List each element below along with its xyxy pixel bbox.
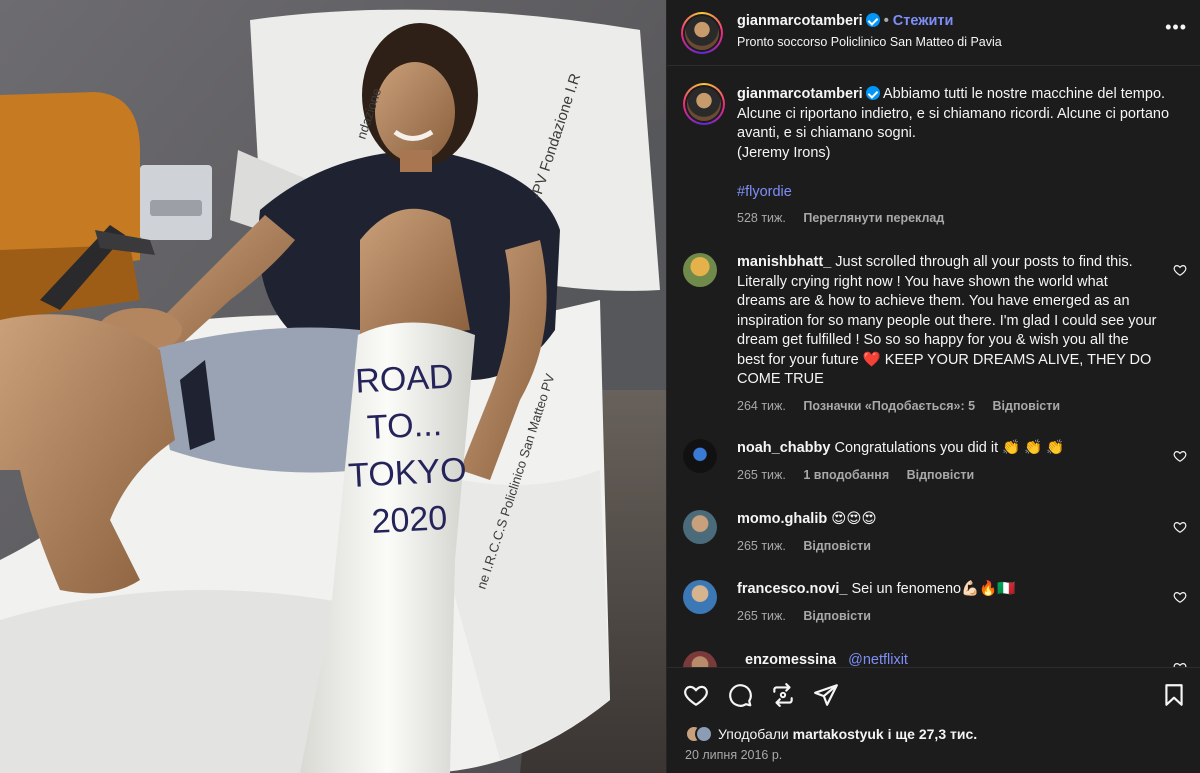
post-actions: Уподобали martakostyuk і ще 27,3 тис. 20… [667, 667, 1200, 773]
share-icon[interactable] [770, 682, 796, 708]
comment-time[interactable]: 265 тиж. [737, 539, 786, 553]
post-date[interactable]: 20 липня 2016 р. [685, 748, 782, 762]
commenter-username[interactable]: enzomessina [745, 652, 836, 667]
commenter-avatar[interactable] [683, 651, 717, 667]
comment-time[interactable]: 264 тиж. [737, 399, 786, 413]
location-link[interactable]: Pronto soccorso Policlinico San Matteo d… [737, 35, 1002, 49]
comment-meta: 264 тиж. Позначки «Подобається»: 5 Відпо… [737, 399, 1157, 413]
reply-button[interactable]: Відповісти [803, 539, 871, 553]
caption-text-block: gianmarcotamberi Abbiamo tutti le nostre… [737, 85, 1177, 202]
heart-icon[interactable] [683, 682, 709, 708]
comment-text: Congratulations you did it 👏 👏 👏 [834, 440, 1065, 456]
likes-prefix: Уподобали [718, 726, 789, 742]
comment-text: 😍😍😍 [831, 511, 877, 527]
commenter-username[interactable]: manishbhatt_ [737, 254, 831, 270]
cast-text-line-4: 2020 [371, 499, 449, 541]
author-line: gianmarcotamberi • Стежити [737, 13, 953, 29]
verified-badge-icon [865, 86, 880, 100]
commenter-username[interactable]: noah_chabby [737, 440, 830, 456]
cast-text-line-3: TOKYO [347, 451, 467, 495]
author-avatar[interactable] [681, 12, 723, 54]
caption-quote: (Jeremy Irons) [737, 144, 831, 161]
post-header: gianmarcotamberi • Стежити Pronto soccorso… [667, 0, 1200, 66]
comment-meta: 265 тиж. Відповісти [737, 609, 1157, 623]
commenter-avatar[interactable] [683, 253, 717, 287]
follow-button[interactable]: Стежити [893, 13, 954, 29]
comment-time[interactable]: 265 тиж. [737, 609, 786, 623]
commenter-avatar[interactable] [683, 510, 717, 544]
more-options-icon[interactable]: ••• [1165, 18, 1187, 36]
comment-likes-count[interactable]: 1 вподобання [803, 468, 889, 482]
caption-author-avatar[interactable] [683, 83, 725, 125]
bookmark-icon[interactable] [1161, 682, 1187, 708]
like-comment-heart-icon[interactable] [1173, 590, 1187, 604]
likes-count[interactable]: і ще 27,3 тис. [888, 726, 978, 742]
send-icon[interactable] [813, 682, 839, 708]
comment-meta: 265 тиж. Відповісти [737, 539, 1157, 553]
commenter-username[interactable]: francesco.novi_ [737, 581, 847, 597]
comments-list[interactable]: gianmarcotamberi Abbiamo tutti le nostre… [667, 67, 1200, 667]
comment-icon[interactable] [727, 682, 753, 708]
comment-mention[interactable]: @netflixit [848, 652, 908, 667]
post-photo-illustration: ROAD TO... TOKYO 2020 -PV Fondazione I.R… [0, 0, 666, 773]
likes-username[interactable]: martakostyuk [793, 726, 884, 742]
comment-likes-count[interactable]: Позначки «Подобається»: 5 [803, 399, 975, 413]
comment-time[interactable]: 265 тиж. [737, 468, 786, 482]
caption-meta: 528 тиж. Переглянути переклад [737, 211, 1177, 225]
caption-hashtag[interactable]: #flyordie [737, 184, 792, 200]
commenter-avatar[interactable] [683, 439, 717, 473]
comment-meta: 265 тиж. 1 вподобання Відповісти [737, 468, 1157, 482]
author-username[interactable]: gianmarcotamberi [737, 13, 863, 29]
cast-text-line-1: ROAD [354, 357, 454, 400]
dot-separator: • [883, 13, 889, 29]
commenter-username[interactable]: momo.ghalib [737, 511, 827, 527]
reply-button[interactable]: Відповісти [803, 609, 871, 623]
likes-summary[interactable]: Уподобали martakostyuk і ще 27,3 тис. [685, 725, 977, 743]
verified-badge-icon [865, 13, 880, 27]
post-sidebar: gianmarcotamberi • Стежити Pronto soccorso… [666, 0, 1200, 773]
liker-avatar [695, 725, 713, 743]
cast-text-line-2: TO... [366, 405, 443, 447]
caption-time[interactable]: 528 тиж. [737, 211, 786, 225]
like-comment-heart-icon[interactable] [1173, 520, 1187, 534]
like-comment-heart-icon[interactable] [1173, 263, 1187, 277]
comment-text: Just scrolled through all your posts to … [737, 254, 1157, 387]
comment-text: Sei un fenomeno💪🏻🔥🇮🇹 [851, 581, 1016, 597]
post-photo: ROAD TO... TOKYO 2020 -PV Fondazione I.R… [0, 0, 666, 773]
reply-button[interactable]: Відповісти [993, 399, 1061, 413]
see-translation-button[interactable]: Переглянути переклад [803, 211, 944, 225]
caption-username[interactable]: gianmarcotamberi [737, 86, 863, 102]
like-comment-heart-icon[interactable] [1173, 449, 1187, 463]
commenter-avatar[interactable] [683, 580, 717, 614]
reply-button[interactable]: Відповісти [907, 468, 975, 482]
